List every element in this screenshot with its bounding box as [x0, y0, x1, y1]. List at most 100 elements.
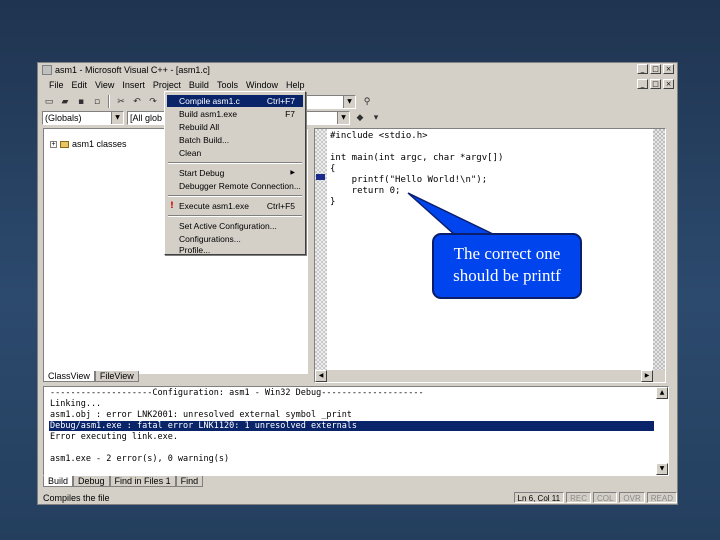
tab-find-in-files[interactable]: Find in Files 1 [109, 475, 176, 487]
menu-item-label: Configurations... [179, 234, 241, 244]
menu-help[interactable]: Help [282, 80, 309, 90]
menu-view[interactable]: View [91, 80, 118, 90]
menu-file[interactable]: File [45, 80, 68, 90]
menu-edit[interactable]: Edit [68, 80, 92, 90]
menu-item-rebuild-all[interactable]: Rebuild All [167, 121, 303, 133]
editor-vertical-scrollbar[interactable] [653, 129, 665, 382]
menu-tools[interactable]: Tools [213, 80, 242, 90]
menu-insert[interactable]: Insert [118, 80, 149, 90]
build-menu: Compile asm1.c Ctrl+F7 Build asm1.exe F7… [164, 91, 306, 255]
callout-line-1: The correct one [453, 244, 561, 263]
status-text: Compiles the file [43, 492, 110, 503]
scroll-left-icon[interactable]: ◀ [315, 370, 327, 382]
member-combo[interactable]: [All glob [127, 111, 165, 125]
status-ovr: OVR [619, 492, 645, 503]
code-line: #include <stdio.h> [330, 131, 428, 141]
menu-separator [168, 162, 302, 164]
menu-item-profile[interactable]: Profile... [167, 246, 303, 255]
menu-item-shortcut: Ctrl+F5 [266, 201, 295, 211]
status-rec: REC [566, 492, 591, 503]
scope-combo[interactable]: (Globals) ▼ [42, 111, 124, 125]
tree-item-classes[interactable]: + asm1 classes [50, 139, 127, 149]
doc-minimize-button[interactable]: _ [637, 79, 648, 89]
menu-item-label: Start Debug [179, 168, 225, 178]
menu-item-label: Rebuild All [179, 122, 220, 132]
cut-icon[interactable]: ✂ [114, 95, 128, 109]
workspace-tabs: ClassView FileView [43, 371, 139, 383]
menu-item-label: Batch Build... [179, 135, 230, 145]
save-all-icon[interactable]: ▫ [90, 95, 104, 109]
output-pane[interactable]: --------------------Configuration: asm1 … [43, 386, 669, 476]
menu-item-label: Clean [179, 148, 202, 158]
menu-separator [168, 195, 302, 197]
code-line: return 0; [330, 186, 401, 196]
scroll-down-icon[interactable]: ▼ [656, 463, 668, 475]
menu-bar: File Edit View Insert Project Build Tool… [38, 78, 677, 91]
output-line: Error executing link.exe. [50, 432, 178, 442]
function-combo[interactable]: ▼ [306, 111, 350, 125]
output-line: Linking... [50, 399, 102, 409]
menu-item-label: Execute asm1.exe [179, 201, 249, 211]
tab-build[interactable]: Build [43, 475, 74, 487]
status-col: COL [592, 492, 618, 503]
doc-restore-button[interactable]: □ [650, 79, 661, 89]
menu-item-start-debug[interactable]: Start Debug ▶ [167, 167, 303, 179]
menu-item-shortcut: Ctrl+F7 [266, 96, 295, 106]
menu-item-execute[interactable]: ! Execute asm1.exe Ctrl+F5 [167, 200, 303, 212]
code-line: { [330, 164, 336, 174]
undo-icon[interactable]: ↶ [130, 95, 144, 109]
tab-fileview[interactable]: FileView [94, 371, 139, 382]
menu-window[interactable]: Window [242, 80, 282, 90]
menu-item-shortcut: F7 [285, 109, 295, 119]
chevron-down-icon[interactable]: ▼ [343, 96, 355, 108]
redo-icon[interactable]: ↷ [146, 95, 160, 109]
open-folder-icon[interactable]: ▰ [58, 95, 72, 109]
menu-item-debugger-remote[interactable]: Debugger Remote Connection... [167, 180, 303, 192]
output-line-selected[interactable]: Debug/asm1.exe : fatal error LNK1120: 1 … [49, 421, 654, 431]
tab-debug[interactable]: Debug [73, 475, 110, 487]
minimize-button[interactable]: _ [637, 64, 648, 74]
menu-build[interactable]: Build [185, 80, 213, 90]
chevron-down-icon[interactable]: ▼ [111, 112, 123, 124]
menu-item-configurations[interactable]: Configurations... [167, 233, 303, 245]
new-file-icon[interactable]: ▭ [42, 95, 56, 109]
window-title: asm1 - Microsoft Visual C++ - [asm1.c] [55, 65, 210, 75]
callout-line-2: should be printf [453, 266, 561, 285]
editor-horizontal-scrollbar[interactable]: ◀ ▶ [315, 370, 665, 382]
menu-item-clean[interactable]: Clean [167, 147, 303, 159]
tab-classview[interactable]: ClassView [43, 371, 95, 382]
menu-separator [168, 215, 302, 217]
wizard-action-icon[interactable]: ▾ [369, 111, 383, 125]
tree-item-label: asm1 classes [72, 139, 127, 149]
menu-item-label: Set Active Configuration... [179, 221, 277, 231]
find-in-files-icon[interactable]: ⚲ [360, 95, 374, 109]
submenu-arrow-icon: ▶ [290, 170, 295, 176]
menu-project[interactable]: Project [149, 80, 185, 90]
code-line: int main(int argc, char *argv[]) [330, 153, 504, 163]
maximize-button[interactable]: □ [650, 64, 661, 74]
tab-find[interactable]: Find [175, 475, 204, 487]
menu-item-set-active-config[interactable]: Set Active Configuration... [167, 220, 303, 232]
status-read: READ [646, 492, 677, 503]
chevron-down-icon[interactable]: ▼ [337, 112, 349, 124]
status-bar: Compiles the file Ln 6, Col 11 REC COL O… [38, 491, 677, 504]
save-icon[interactable]: ▪ [74, 95, 88, 109]
wizard-icon[interactable]: ◆ [353, 111, 367, 125]
title-bar[interactable]: asm1 - Microsoft Visual C++ - [asm1.c] _… [38, 63, 677, 77]
output-line: asm1.exe - 2 error(s), 0 warning(s) [50, 454, 230, 464]
scroll-right-icon[interactable]: ▶ [641, 370, 653, 382]
editor-gutter[interactable] [315, 129, 327, 382]
output-tabs: Build Debug Find in Files 1 Find [43, 475, 204, 487]
menu-item-build[interactable]: Build asm1.exe F7 [167, 108, 303, 120]
scroll-up-icon[interactable]: ▲ [656, 387, 668, 399]
toolbar-separator [108, 95, 110, 108]
menu-item-label: Debugger Remote Connection... [179, 181, 301, 191]
find-combo[interactable]: ▼ [300, 95, 356, 109]
error-marker-icon [316, 174, 325, 180]
menu-item-label: Profile... [179, 245, 211, 255]
doc-close-button[interactable]: × [663, 79, 674, 89]
menu-item-batch-build[interactable]: Batch Build... [167, 134, 303, 146]
expand-icon[interactable]: + [50, 140, 57, 148]
close-button[interactable]: × [663, 64, 674, 74]
menu-item-compile[interactable]: Compile asm1.c Ctrl+F7 [167, 95, 303, 107]
